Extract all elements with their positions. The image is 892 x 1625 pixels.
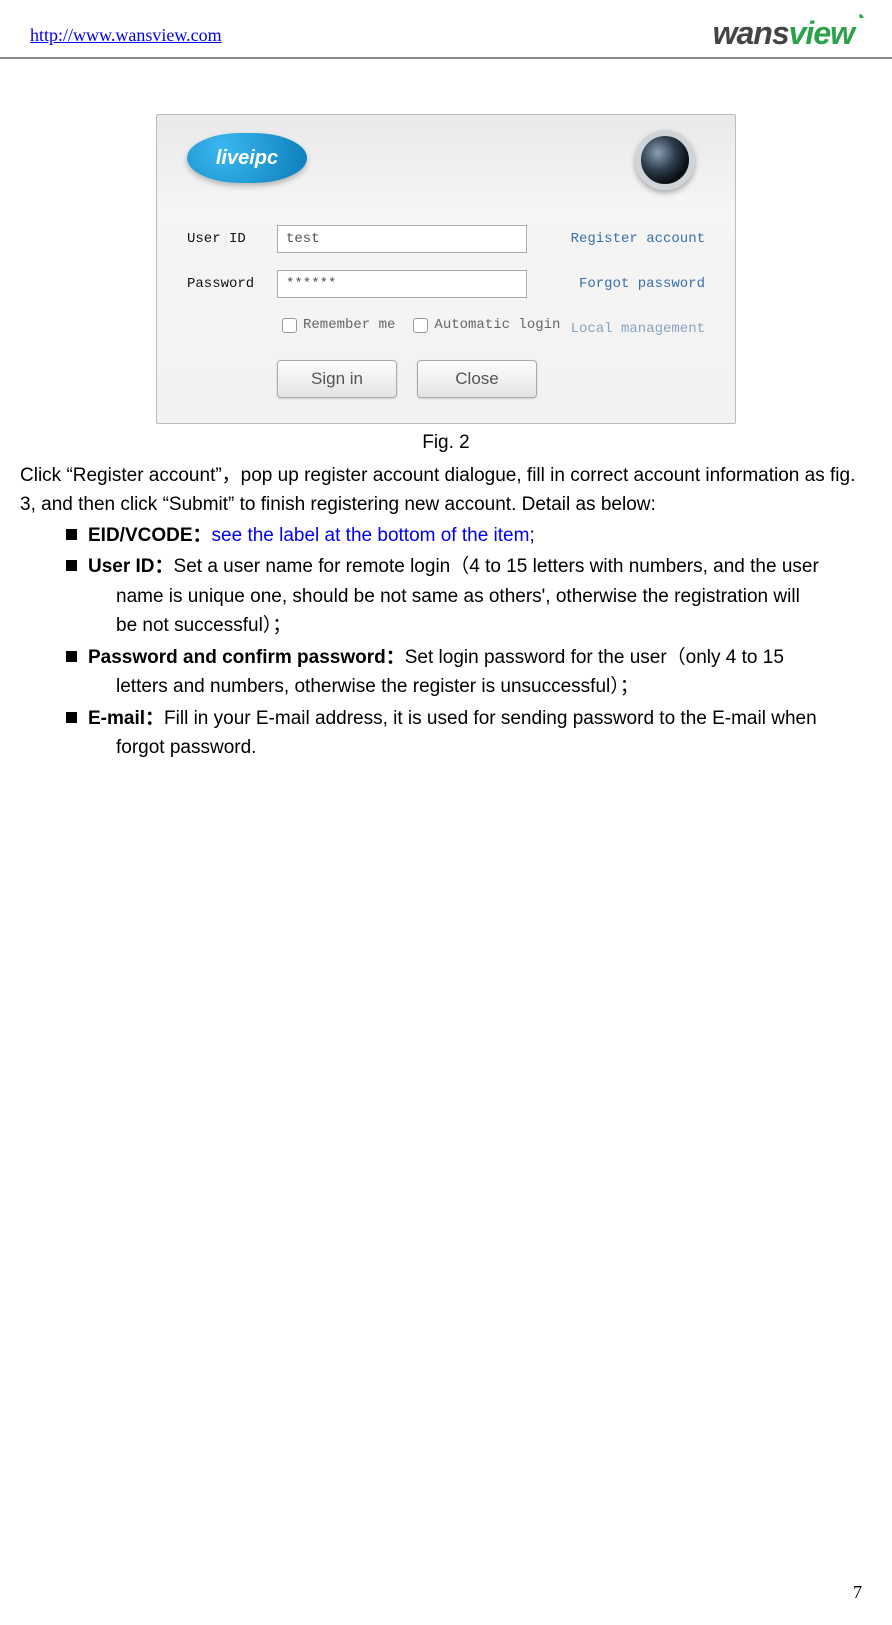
email-t2: forgot password. [88, 733, 854, 762]
user-id-row: User ID [187, 225, 527, 253]
password-bullet-label: Password and confirm password： [88, 647, 405, 668]
email-t1: Fill in your E-mail address, it is used … [164, 708, 817, 729]
liveipc-badge: liveipc [187, 133, 307, 183]
eye-icon: ◔ [854, 7, 864, 28]
user-id-label: User ID [187, 231, 277, 247]
auto-login-label: Automatic login [434, 317, 560, 333]
bullet-list: EID/VCODE：see the label at the bottom of… [20, 521, 872, 763]
page-number: 7 [853, 1582, 862, 1603]
forgot-password-link[interactable]: Forgot password [579, 276, 705, 292]
auto-login-checkbox[interactable] [413, 318, 428, 333]
login-dialog: liveipc User ID Register account Passwor… [156, 114, 736, 424]
body-text: Click “Register account”，pop up register… [0, 454, 892, 763]
bullet-userid: User ID：Set a user name for remote login… [66, 552, 854, 640]
email-label: E-mail： [88, 708, 164, 729]
bullet-password: Password and confirm password：Set login … [66, 643, 854, 702]
password-t1: Set login password for the user（only 4 t… [405, 647, 784, 668]
brand-prefix: wans [713, 15, 789, 51]
password-input[interactable] [277, 270, 527, 298]
liveipc-text: liveipc [216, 147, 278, 170]
checkbox-row: Remember me Automatic login [282, 317, 560, 333]
button-row: Sign in Close [277, 360, 537, 398]
intro-paragraph: Click “Register account”，pop up register… [20, 462, 872, 519]
register-account-link[interactable]: Register account [571, 231, 705, 247]
eid-tail: ; [529, 525, 534, 546]
camera-lens-icon [635, 130, 695, 190]
close-button[interactable]: Close [417, 360, 537, 398]
password-label: Password [187, 276, 277, 292]
local-management-link[interactable]: Local management [571, 321, 705, 337]
userid-t1: Set a user name for remote login（4 to 15… [174, 556, 819, 577]
password-t2: letters and numbers, otherwise the regis… [88, 672, 854, 701]
sign-in-button[interactable]: Sign in [277, 360, 397, 398]
figure-container: liveipc User ID Register account Passwor… [0, 114, 892, 424]
eid-link: see the label at the bottom of the item [212, 525, 530, 546]
header-url-link[interactable]: http://www.wansview.com [30, 25, 222, 52]
userid-label: User ID： [88, 556, 174, 577]
userid-t3: be not successful）； [88, 611, 854, 640]
remember-checkbox[interactable] [282, 318, 297, 333]
password-row: Password [187, 270, 527, 298]
figure-caption: Fig. 2 [0, 432, 892, 454]
bullet-email: E-mail：Fill in your E-mail address, it i… [66, 704, 854, 763]
eid-label: EID/VCODE： [88, 525, 212, 546]
remember-label: Remember me [303, 317, 395, 333]
userid-t2: name is unique one, should be not same a… [88, 582, 854, 611]
bullet-eid: EID/VCODE：see the label at the bottom of… [66, 521, 854, 550]
brand-logo: wansview ◔ [713, 15, 862, 52]
brand-suffix: view [789, 15, 854, 51]
page-header: http://www.wansview.com wansview ◔ [0, 0, 892, 59]
user-id-input[interactable] [277, 225, 527, 253]
